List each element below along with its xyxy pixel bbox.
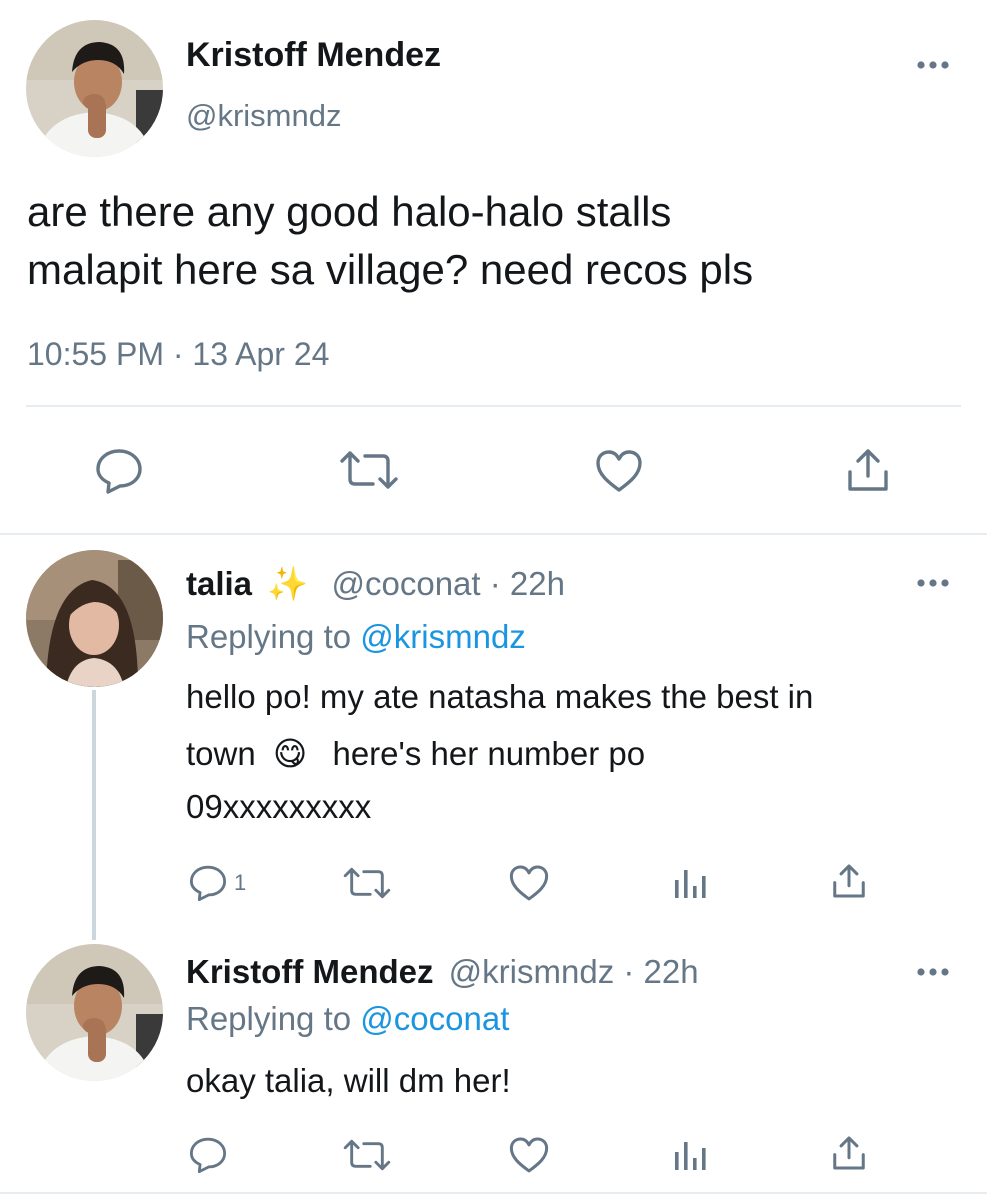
avatar[interactable] [26,550,163,687]
divider [26,405,961,407]
more-icon[interactable] [916,576,950,595]
retweet-icon [338,449,400,491]
tweet-text-line-3: 09xxxxxxxxx [186,788,372,825]
thread-line [92,690,96,940]
divider [0,1192,987,1194]
tweet-text-line-1: are there any good halo-halo stalls [27,188,672,235]
analytics-icon [672,866,708,900]
author-name[interactable]: Kristoff Mendez [186,953,434,990]
tweet-text-part: here's her number po [332,735,646,772]
tweet-text-part: town [186,735,256,772]
more-icon[interactable] [916,965,950,984]
retweet-button[interactable] [342,1138,392,1172]
replying-to-label: Replying to [186,618,352,655]
yum-emoji: 😋 [272,735,308,772]
like-button[interactable] [594,449,644,493]
reply-button[interactable] [94,447,144,495]
share-button[interactable] [830,862,868,900]
reply-icon [94,447,144,495]
reply-button[interactable] [188,1136,228,1174]
tweet-timestamp[interactable]: 10:55 PM · 13 Apr 24 [27,336,329,373]
avatar[interactable] [26,20,163,157]
share-button[interactable] [844,446,892,494]
replying-to-label: Replying to [186,1000,352,1037]
replying-to: Replying to @coconat [186,1000,509,1038]
tweet-text-line-2: town 😋 here's her number po [186,734,645,773]
analytics-button[interactable] [672,1138,708,1172]
retweet-button[interactable] [342,866,392,900]
share-button[interactable] [830,1134,868,1172]
analytics-button[interactable] [672,866,708,900]
section-divider [0,533,987,535]
author-name[interactable]: talia [186,565,252,602]
author-handle[interactable]: @krismndz [186,98,341,134]
retweet-icon [342,866,392,900]
more-icon[interactable] [916,58,950,77]
retweet-icon [342,1138,392,1172]
like-icon [508,1136,550,1174]
timestamp-separator: · [172,336,184,372]
like-icon [594,449,644,493]
author-name[interactable]: Kristoff Mendez [186,36,441,75]
tweet-date: 13 Apr 24 [192,336,330,372]
tweet-text: okay talia, will dm her! [186,1062,511,1099]
like-button[interactable] [508,1136,550,1174]
tweet-text-line-2: malapit here sa village? need recos pls [27,246,754,293]
share-icon [830,1134,868,1172]
reply-icon [188,1136,228,1174]
like-button[interactable] [508,864,550,902]
like-icon [508,864,550,902]
analytics-icon [672,1138,708,1172]
handle-and-time[interactable]: @coconat · 22h [331,565,564,602]
avatar[interactable] [26,944,163,1081]
handle-and-time[interactable]: @krismndz · 22h [449,953,699,990]
reply-icon [188,864,228,902]
replying-to-handle[interactable]: @coconat [360,1000,509,1037]
replying-to-handle[interactable]: @krismndz [360,618,526,655]
reply-button[interactable]: 1 [188,864,246,902]
sparkles-emoji: ✨ [267,565,309,602]
tweet-text-line-1: hello po! my ate natasha makes the best … [186,678,814,715]
tweet-header: Kristoff Mendez @krismndz · 22h [186,953,699,991]
replying-to: Replying to @krismndz [186,618,526,656]
retweet-button[interactable] [338,449,400,491]
tweet-time: 10:55 PM [27,336,164,372]
tweet-header: talia ✨ @coconat · 22h [186,565,565,604]
share-icon [844,446,892,494]
reply-count: 1 [234,870,247,895]
share-icon [830,862,868,900]
